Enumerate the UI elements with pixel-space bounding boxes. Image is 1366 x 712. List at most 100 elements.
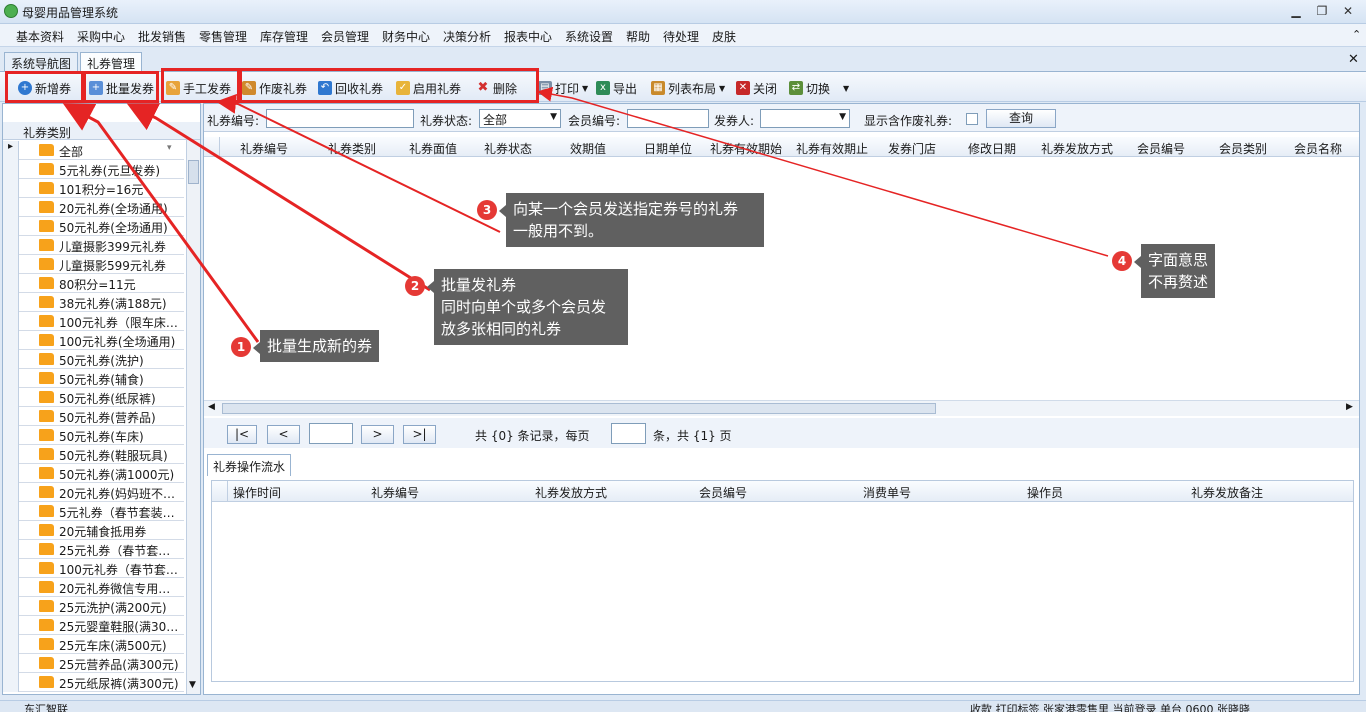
- col-validity[interactable]: 效期值: [570, 140, 606, 157]
- col-valid-to[interactable]: 礼券有效期止: [796, 140, 868, 157]
- col-member-no[interactable]: 会员编号: [1137, 140, 1185, 157]
- log-col-issue-method[interactable]: 礼券发放方式: [535, 484, 607, 501]
- category-item[interactable]: 25元礼券（春节套…: [3, 540, 184, 559]
- col-issue-method[interactable]: 礼券发放方式: [1041, 140, 1113, 157]
- col-date-unit[interactable]: 日期单位: [644, 140, 692, 157]
- prev-page-button[interactable]: <: [267, 425, 300, 444]
- log-col-member-no[interactable]: 会员编号: [699, 484, 747, 501]
- col-modified[interactable]: 修改日期: [968, 140, 1016, 157]
- chevron-down-icon[interactable]: ▼: [550, 112, 557, 122]
- menu-finance[interactable]: 财务中心: [382, 28, 430, 45]
- menu-reports[interactable]: 报表中心: [504, 28, 552, 45]
- scroll-right-icon[interactable]: ▶: [1346, 402, 1353, 412]
- log-col-time[interactable]: 操作时间: [233, 484, 281, 501]
- minimize-button[interactable]: ▁: [1286, 3, 1306, 19]
- close-button[interactable]: ✕ 关闭: [736, 78, 777, 98]
- log-col-operator[interactable]: 操作员: [1027, 484, 1063, 501]
- category-item[interactable]: 100元礼券（限车床…: [3, 312, 184, 331]
- category-item[interactable]: 20元礼券微信专用…: [3, 578, 184, 597]
- col-category[interactable]: 礼券类别: [328, 140, 376, 157]
- category-item[interactable]: 5元礼券(元旦发券): [3, 160, 184, 179]
- category-item[interactable]: 50元礼券(满1000元): [3, 464, 184, 483]
- page-number-input[interactable]: [309, 423, 353, 444]
- category-item[interactable]: 50元礼券(全场通用): [3, 217, 184, 236]
- close-window-button[interactable]: ✕: [1338, 3, 1358, 19]
- export-button[interactable]: x 导出: [596, 78, 637, 98]
- category-item[interactable]: 25元洗护(满200元): [3, 597, 184, 616]
- chevron-down-icon[interactable]: ▼: [839, 112, 846, 122]
- category-item[interactable]: 25元婴童鞋服(满30…: [3, 616, 184, 635]
- chevron-down-icon[interactable]: ▾: [167, 143, 172, 153]
- switch-button[interactable]: ⇄ 切换: [789, 78, 830, 98]
- issuer-select[interactable]: ▼: [760, 109, 850, 128]
- menu-member[interactable]: 会员管理: [321, 28, 369, 45]
- hscroll-thumb[interactable]: [222, 403, 936, 414]
- category-item[interactable]: 50元礼券(洗护): [3, 350, 184, 369]
- category-item[interactable]: 20元礼券(全场通用): [3, 198, 184, 217]
- menu-inventory[interactable]: 库存管理: [260, 28, 308, 45]
- layout-button[interactable]: ▦ 列表布局 ▼: [651, 78, 725, 98]
- status-select[interactable]: 全部 ▼: [479, 109, 561, 128]
- log-col-order-no[interactable]: 消费单号: [863, 484, 911, 501]
- category-item[interactable]: 25元纸尿裤(满300元): [3, 673, 184, 692]
- member-no-input[interactable]: [627, 109, 709, 128]
- show-void-checkbox[interactable]: [966, 113, 978, 125]
- tab-coupon-management[interactable]: 礼券管理: [80, 52, 143, 72]
- toolbar-overflow-button[interactable]: ▼: [843, 78, 849, 98]
- col-store[interactable]: 发券门店: [888, 140, 936, 157]
- category-item[interactable]: 儿童摄影599元礼券: [3, 255, 184, 274]
- category-item[interactable]: 50元礼券(辅食): [3, 369, 184, 388]
- menu-analysis[interactable]: 决策分析: [443, 28, 491, 45]
- category-item[interactable]: ▸ 全部 ▾: [3, 141, 184, 160]
- tab-coupon-log[interactable]: 礼券操作流水: [207, 454, 292, 476]
- menu-help[interactable]: 帮助: [626, 28, 650, 45]
- col-member-type[interactable]: 会员类别: [1219, 140, 1267, 157]
- menu-settings[interactable]: 系统设置: [565, 28, 613, 45]
- category-item[interactable]: 25元车床(满500元): [3, 635, 184, 654]
- col-valid-from[interactable]: 礼券有效期始: [710, 140, 782, 157]
- print-dropdown-icon[interactable]: ▼: [582, 84, 588, 93]
- last-page-button[interactable]: >|: [403, 425, 436, 444]
- col-face-value[interactable]: 礼券面值: [409, 140, 457, 157]
- menu-pending[interactable]: 待处理: [663, 28, 699, 45]
- scroll-down-icon[interactable]: ▼: [189, 680, 196, 690]
- category-item[interactable]: 20元礼券(妈妈班不…: [3, 483, 184, 502]
- category-scrollbar[interactable]: ▼: [186, 140, 200, 694]
- scroll-left-icon[interactable]: ◀: [208, 402, 215, 412]
- next-page-button[interactable]: >: [361, 425, 394, 444]
- menu-wholesale[interactable]: 批发销售: [138, 28, 186, 45]
- menu-retail[interactable]: 零售管理: [199, 28, 247, 45]
- first-page-button[interactable]: |<: [227, 425, 257, 444]
- menu-purchase[interactable]: 采购中心: [77, 28, 125, 45]
- category-item[interactable]: 儿童摄影399元礼券: [3, 236, 184, 255]
- menu-basic[interactable]: 基本资料: [16, 28, 64, 45]
- category-item[interactable]: 100元礼券（春节套…: [3, 559, 184, 578]
- log-col-remark[interactable]: 礼券发放备注: [1191, 484, 1263, 501]
- coupon-no-input[interactable]: [266, 109, 414, 128]
- category-item[interactable]: 5元礼券（春节套装…: [3, 502, 184, 521]
- grid-hscrollbar[interactable]: ◀ ▶: [204, 400, 1359, 416]
- category-item[interactable]: 50元礼券(纸尿裤): [3, 388, 184, 407]
- query-button[interactable]: 查询: [986, 109, 1056, 128]
- menu-collapse-icon[interactable]: ⌃: [1352, 28, 1361, 41]
- close-tab-icon[interactable]: ✕: [1348, 52, 1359, 67]
- col-coupon-no[interactable]: 礼券编号: [240, 140, 288, 157]
- category-item[interactable]: 50元礼券(车床): [3, 426, 184, 445]
- category-item[interactable]: 50元礼券(鞋服玩具): [3, 445, 184, 464]
- category-item[interactable]: 50元礼券(营养品): [3, 407, 184, 426]
- category-item[interactable]: 100元礼券(全场通用): [3, 331, 184, 350]
- category-item[interactable]: 20元辅食抵用券: [3, 521, 184, 540]
- menu-skin[interactable]: 皮肤: [712, 28, 736, 45]
- tab-navigation[interactable]: 系统导航图: [4, 52, 79, 72]
- scroll-thumb[interactable]: [188, 160, 199, 184]
- category-item[interactable]: 38元礼券(满188元): [3, 293, 184, 312]
- print-button[interactable]: ▤ 打印 ▼: [538, 78, 588, 98]
- category-item[interactable]: 25元营养品(满300元): [3, 654, 184, 673]
- category-item[interactable]: 101积分=16元: [3, 179, 184, 198]
- category-item[interactable]: 80积分=11元: [3, 274, 184, 293]
- page-size-input[interactable]: [611, 423, 646, 444]
- layout-dropdown-icon[interactable]: ▼: [719, 84, 725, 93]
- col-member-name[interactable]: 会员名称: [1294, 140, 1342, 157]
- col-status[interactable]: 礼券状态: [484, 140, 532, 157]
- restore-button[interactable]: ❐: [1312, 3, 1332, 19]
